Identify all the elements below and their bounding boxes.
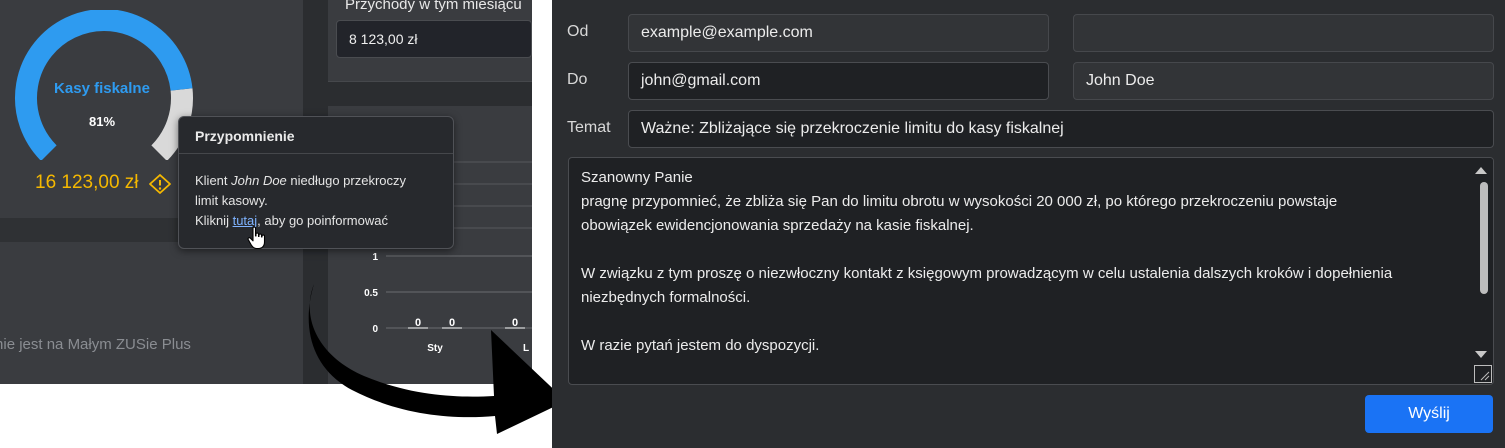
tooltip-client-name: John Doe bbox=[231, 173, 287, 188]
to-label: Do bbox=[567, 71, 588, 88]
zus-status-text: ent nie jest na Małym ZUSie Plus bbox=[0, 336, 191, 353]
tooltip-line3-prefix: Kliknij bbox=[195, 213, 233, 228]
subject-field[interactable]: Ważne: Zbliżające się przekroczenie limi… bbox=[628, 110, 1494, 148]
hand-cursor-icon bbox=[247, 226, 266, 250]
chart-y-tick-label: 1 bbox=[372, 252, 378, 263]
to-email-field[interactable]: john@gmail.com bbox=[628, 62, 1049, 100]
gauge-title: Kasy fiskalne bbox=[54, 80, 150, 97]
tooltip-line1-prefix: Klient bbox=[195, 173, 232, 188]
send-button[interactable]: Wyślij bbox=[1365, 395, 1493, 433]
message-line: W związku z tym proszę o niezwłoczny kon… bbox=[581, 265, 1393, 282]
tooltip-body: Klient John Doe niedługo przekroczy limi… bbox=[179, 154, 453, 231]
zus-card bbox=[0, 242, 303, 384]
message-line bbox=[581, 238, 1461, 262]
message-body-textarea[interactable]: Szanowny Panie pragnę przypomnieć, że zbl… bbox=[568, 157, 1494, 385]
resize-handle-icon[interactable] bbox=[1474, 365, 1492, 383]
message-line: obowiązek ewidencjonowania sprzedaży na … bbox=[581, 217, 974, 234]
transition-arrow-icon bbox=[308, 284, 566, 434]
subject-label: Temat bbox=[567, 119, 611, 136]
scroll-up-icon[interactable] bbox=[1475, 167, 1487, 174]
warning-icon[interactable] bbox=[149, 174, 171, 194]
tooltip-line-2: limit kasowy. bbox=[195, 193, 268, 208]
to-name-field[interactable]: John Doe bbox=[1073, 62, 1494, 100]
tooltip-line3-suffix: , aby go poinformować bbox=[257, 213, 388, 228]
scroll-down-icon[interactable] bbox=[1475, 351, 1487, 358]
message-body-text[interactable]: Szanowny Panie pragnę przypomnieć, że zbl… bbox=[581, 166, 1461, 358]
reminder-tooltip: Przypomnienie Klient John Doe niedługo p… bbox=[178, 116, 454, 249]
tooltip-line1-suffix: niedługo przekroczy bbox=[286, 173, 407, 188]
from-name-field[interactable] bbox=[1073, 14, 1494, 52]
from-label: Od bbox=[567, 23, 589, 40]
message-line: W razie pytań jestem do dyspozycji. bbox=[581, 337, 820, 354]
przychody-value-field[interactable]: 8 123,00 zł bbox=[336, 20, 532, 58]
tooltip-title: Przypomnienie bbox=[179, 117, 453, 154]
gauge-amount: 16 123,00 zł bbox=[35, 172, 139, 193]
from-email-field[interactable]: example@example.com bbox=[628, 14, 1049, 52]
message-line: Szanowny Panie bbox=[581, 169, 693, 186]
gauge-percent: 81% bbox=[88, 114, 116, 129]
textarea-scrollbar[interactable] bbox=[1475, 158, 1493, 368]
tooltip-line-3: Kliknij tutaj, aby go poinformować bbox=[195, 211, 437, 231]
tooltip-line-1: Klient John Doe niedługo przekroczy bbox=[195, 171, 437, 191]
message-line: niezbędnych formalności. bbox=[581, 289, 751, 306]
screenshot-stage: Kasy fiskalne 81% 16 123,00 zł ent nie j… bbox=[0, 0, 1505, 448]
message-line bbox=[581, 310, 1461, 334]
przychody-label: Przychody w tym miesiącu bbox=[345, 0, 522, 13]
resize-grip-icon bbox=[1480, 371, 1490, 381]
message-line: pragnę przypomnieć, że zbliża się Pan do… bbox=[581, 193, 1338, 210]
scrollbar-thumb[interactable] bbox=[1480, 182, 1488, 294]
